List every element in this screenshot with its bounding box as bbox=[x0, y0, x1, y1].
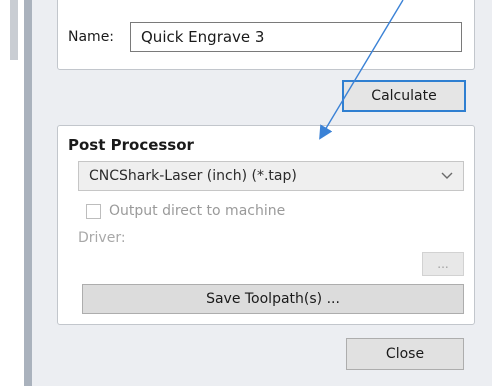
post-processor-select[interactable]: CNCShark-Laser (inch) (*.tap) bbox=[78, 161, 464, 191]
output-direct-label: Output direct to machine bbox=[109, 203, 286, 219]
toolpath-panel: Name: Calculate Post Processor CNCShark-… bbox=[32, 0, 492, 386]
output-direct-row: Output direct to machine bbox=[86, 203, 285, 219]
driver-browse-button[interactable]: ... bbox=[422, 252, 464, 276]
close-button[interactable]: Close bbox=[346, 338, 464, 370]
name-label: Name: bbox=[68, 29, 115, 45]
name-group: Name: bbox=[57, 0, 475, 70]
chevron-down-icon bbox=[441, 169, 453, 183]
post-processor-group: Post Processor CNCShark-Laser (inch) (*.… bbox=[57, 125, 475, 325]
driver-label: Driver: bbox=[78, 230, 126, 246]
window-edge bbox=[24, 0, 32, 386]
save-toolpath-button[interactable]: Save Toolpath(s) ... bbox=[82, 284, 464, 314]
left-strip bbox=[0, 0, 32, 386]
calculate-button[interactable]: Calculate bbox=[342, 80, 466, 112]
post-processor-selected: CNCShark-Laser (inch) (*.tap) bbox=[89, 168, 297, 184]
output-direct-checkbox[interactable] bbox=[86, 203, 101, 219]
scroll-notch bbox=[10, 0, 18, 60]
name-input[interactable] bbox=[130, 22, 462, 52]
post-processor-title: Post Processor bbox=[68, 136, 194, 154]
